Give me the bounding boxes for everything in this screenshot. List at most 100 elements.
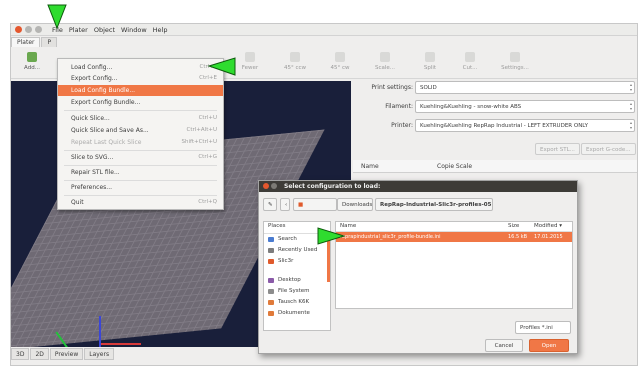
home-folder-icon: ■ — [298, 202, 304, 208]
rotate-cw-icon — [335, 52, 345, 62]
path-downloads-button[interactable]: Downloads — [337, 198, 373, 211]
cut-button-label: Cut... — [462, 65, 478, 71]
add-icon — [27, 52, 37, 62]
menu-window[interactable]: Window — [118, 24, 150, 35]
window-close-button[interactable] — [15, 26, 22, 33]
path-back-button[interactable]: ‹ — [280, 198, 290, 211]
place-tausch-k6k[interactable]: Tausch K6K — [264, 297, 330, 308]
filament-row: Filament: Kuehling&Kuehling - snow-white… — [353, 100, 637, 114]
scale-button[interactable]: Scale... — [366, 52, 404, 71]
scale-icon — [380, 52, 390, 62]
window-minimize-button[interactable] — [25, 26, 32, 33]
folder-icon — [268, 300, 274, 305]
add-button[interactable]: Add... — [13, 52, 51, 71]
place-recently-used[interactable]: Recently Used — [264, 245, 330, 256]
cancel-button[interactable]: Cancel — [485, 339, 523, 352]
file-filter-value: Profiles *.ini — [520, 325, 553, 331]
menu-item-label: Export Config... — [71, 75, 118, 82]
place-label: Tausch K6K — [278, 299, 310, 305]
file-row[interactable]: reprapindustrial_slic3r_profile-bundle.i… — [336, 232, 572, 242]
settings-button[interactable]: Settings... — [496, 52, 534, 71]
menu-object[interactable]: Object — [91, 24, 118, 35]
menu-item-quit[interactable]: Quit Ctrl+Q — [58, 197, 223, 208]
search-icon — [268, 237, 274, 242]
split-button-label: Split — [423, 65, 437, 71]
file-chooser-dialog: Select configuration to load: ✎ ‹ ■ Down… — [258, 180, 578, 354]
tab-layers[interactable]: Layers — [84, 348, 115, 360]
menu-item-shortcut: Ctrl+U — [198, 115, 217, 121]
arrow-pointer-file-menu — [47, 4, 67, 30]
menu-item-shortcut: Shift+Ctrl+U — [181, 139, 217, 145]
file-name: reprapindustrial_slic3r_profile-bundle.i… — [340, 234, 441, 240]
tab-preview[interactable]: Preview — [49, 348, 84, 360]
settings-button-label: Settings... — [501, 65, 529, 71]
menu-separator — [64, 180, 217, 181]
x-axis — [101, 343, 141, 345]
column-modified[interactable]: Modified ▾ — [534, 223, 562, 229]
place-file-system[interactable]: File System — [264, 286, 330, 297]
menu-item-label: Repeat Last Quick Slice — [71, 139, 142, 146]
arrow-shape — [47, 4, 67, 30]
tab-plater[interactable]: Plater — [11, 37, 41, 47]
menu-item-repair-stl[interactable]: Repair STL file... — [58, 167, 223, 178]
rotate-ccw-button[interactable]: 45° ccw — [276, 52, 314, 71]
menu-item-label: Export Config Bundle... — [71, 99, 141, 106]
menu-item-slice-to-svg[interactable]: Slice to SVG... Ctrl+G — [58, 152, 223, 163]
place-slic3r[interactable]: Slic3r — [264, 256, 330, 267]
column-name[interactable]: Name — [361, 163, 379, 170]
filament-combo[interactable]: Kuehling&Kuehling - snow-white ABS — [415, 100, 635, 113]
window-maximize-button[interactable] — [35, 26, 42, 33]
cut-button[interactable]: Cut... — [451, 52, 489, 71]
clock-icon — [268, 248, 274, 253]
path-home-button[interactable]: ■ — [293, 198, 337, 211]
menu-item-label: Load Config... — [71, 64, 113, 71]
place-dokumente[interactable]: Dokumente — [264, 308, 330, 319]
menu-item-export-config-bundle[interactable]: Export Config Bundle... — [58, 97, 223, 108]
dialog-minimize-button[interactable] — [271, 183, 277, 189]
tab-3d[interactable]: 3D — [11, 348, 30, 360]
drive-icon — [268, 289, 274, 294]
menu-item-export-config[interactable]: Export Config... Ctrl+E — [58, 73, 223, 84]
minus-icon — [245, 52, 255, 62]
pencil-icon: ✎ — [268, 202, 273, 208]
split-icon — [425, 52, 435, 62]
menu-item-load-config-bundle[interactable]: Load Config Bundle... — [58, 85, 223, 96]
menu-item-shortcut: Ctrl+Q — [198, 199, 217, 205]
file-list: Name Size Modified ▾ reprapindustrial_sl… — [335, 221, 573, 309]
arrow-shape — [207, 57, 236, 76]
menu-help[interactable]: Help — [150, 24, 171, 35]
column-size[interactable]: Size — [508, 223, 519, 229]
scale-button-label: Scale... — [374, 65, 396, 71]
rotate-cw-button[interactable]: 45° cw — [321, 52, 359, 71]
column-copies-scale[interactable]: Copie Scale — [437, 163, 472, 170]
place-desktop[interactable]: Desktop — [264, 275, 330, 286]
export-gcode-button[interactable]: Export G-code... — [581, 143, 636, 155]
settings-panel: Print settings: SOLID Filament: Kuehling… — [353, 81, 637, 138]
export-stl-button[interactable]: Export STL... — [535, 143, 580, 155]
path-bar: ✎ ‹ ■ Downloads RepRap-Industrial-Slic3r… — [263, 198, 573, 212]
rotate-ccw-label: 45° ccw — [283, 65, 307, 71]
printer-combo[interactable]: Kuehling&Kuehling RepRap Industrial - LE… — [415, 119, 635, 132]
path-current-folder-button[interactable]: RepRap-Industrial-Slic3r-profiles-05 — [375, 198, 493, 211]
split-button[interactable]: Split — [411, 52, 449, 71]
view-tabs: 3D 2D Preview Layers — [11, 348, 115, 360]
menu-plater[interactable]: Plater — [66, 24, 91, 35]
chevron-left-icon: ‹ — [285, 202, 288, 208]
menu-item-quick-slice-save-as[interactable]: Quick Slice and Save As... Ctrl+Alt+U — [58, 125, 223, 136]
print-settings-combo[interactable]: SOLID — [415, 81, 635, 94]
type-location-button[interactable]: ✎ — [263, 198, 277, 211]
menu-item-load-config[interactable]: Load Config... Ctrl+L — [58, 62, 223, 73]
menu-item-quick-slice[interactable]: Quick Slice... Ctrl+U — [58, 113, 223, 124]
tab-print-settings[interactable]: P — [41, 37, 58, 47]
place-label: Search — [278, 236, 297, 242]
file-size: 16.5 kB — [508, 234, 528, 240]
tab-2d[interactable]: 2D — [30, 348, 49, 360]
file-list-header: Name Size Modified ▾ — [336, 222, 572, 232]
dialog-title-bar: Select configuration to load: — [259, 181, 577, 192]
title-bar: File Plater Object Window Help — [11, 24, 637, 36]
menu-item-preferences[interactable]: Preferences... — [58, 182, 223, 193]
file-filter-combo[interactable]: Profiles *.ini — [515, 321, 571, 334]
main-tabs: Plater P — [11, 37, 58, 47]
dialog-close-button[interactable] — [263, 183, 269, 189]
open-button[interactable]: Open — [529, 339, 569, 352]
